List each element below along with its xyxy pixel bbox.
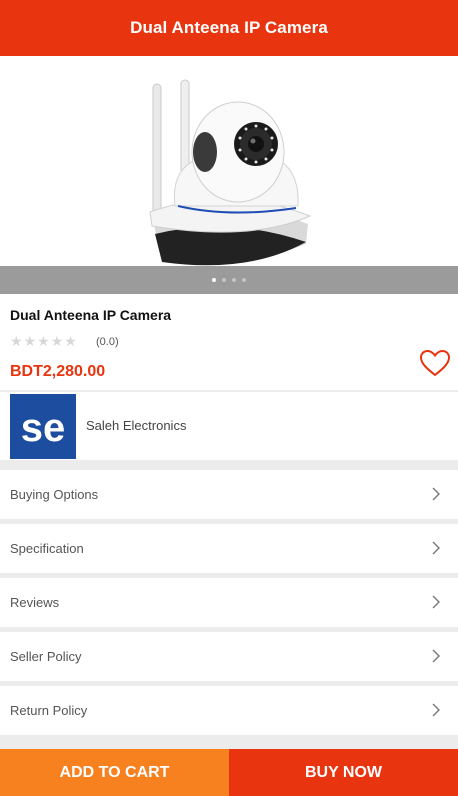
menu-item-specification[interactable]: Specification <box>0 524 458 573</box>
seller-name: Saleh Electronics <box>86 418 187 433</box>
product-price: BDT2,280.00 <box>10 363 106 380</box>
bottom-action-bar: ADD TO CART BUY NOW <box>0 749 458 796</box>
carousel-dot[interactable] <box>232 278 236 282</box>
chevron-right-icon <box>432 595 440 609</box>
star-icon: ★ <box>50 333 64 349</box>
carousel-dot[interactable] <box>242 278 246 282</box>
svg-text:se: se <box>21 406 66 449</box>
app-bar: Dual Anteena IP Camera <box>0 0 458 56</box>
product-image-carousel[interactable] <box>0 56 458 266</box>
seller-logo: se <box>10 394 76 459</box>
chevron-right-icon <box>432 541 440 555</box>
menu-item-label: Specification <box>10 541 84 556</box>
menu-item-reviews[interactable]: Reviews <box>0 578 458 627</box>
chevron-right-icon <box>432 649 440 663</box>
product-image <box>149 79 312 266</box>
seller-card[interactable]: se Saleh Electronics <box>0 392 458 460</box>
menu-item-seller-policy[interactable]: Seller Policy <box>0 632 458 681</box>
star-icon: ★ <box>37 333 50 349</box>
rating-value: (0.0) <box>96 336 119 348</box>
chevron-right-icon <box>432 703 440 717</box>
star-icon: ★ <box>10 333 23 349</box>
rating-stars: ★ ★ ★ ★ ★ <box>10 334 77 348</box>
chevron-right-icon <box>432 487 440 501</box>
buy-now-button[interactable]: BUY NOW <box>229 749 458 796</box>
star-icon: ★ <box>64 333 77 349</box>
add-to-cart-button[interactable]: ADD TO CART <box>0 749 229 796</box>
product-screen: Dual Anteena IP Camera Dual Anteena IP C… <box>0 0 458 796</box>
menu-item-label: Seller Policy <box>10 649 82 664</box>
heart-outline-icon[interactable] <box>418 348 452 378</box>
product-title: Dual Anteena IP Camera <box>10 307 172 323</box>
page-title: Dual Anteena IP Camera <box>130 18 328 37</box>
menu-item-return-policy[interactable]: Return Policy <box>0 686 458 735</box>
menu-item-label: Return Policy <box>10 703 88 718</box>
menu-item-buying-options[interactable]: Buying Options <box>0 470 458 519</box>
carousel-indicator <box>0 266 458 294</box>
carousel-dot[interactable] <box>222 278 226 282</box>
menu-item-label: Reviews <box>10 595 60 610</box>
seller-logo-mark: se <box>21 406 66 449</box>
menu-item-label: Buying Options <box>10 487 99 502</box>
carousel-dot[interactable] <box>212 278 216 282</box>
star-icon: ★ <box>23 333 37 349</box>
product-info: Dual Anteena IP Camera ★ ★ ★ ★ ★ (0.0) B… <box>0 294 458 390</box>
